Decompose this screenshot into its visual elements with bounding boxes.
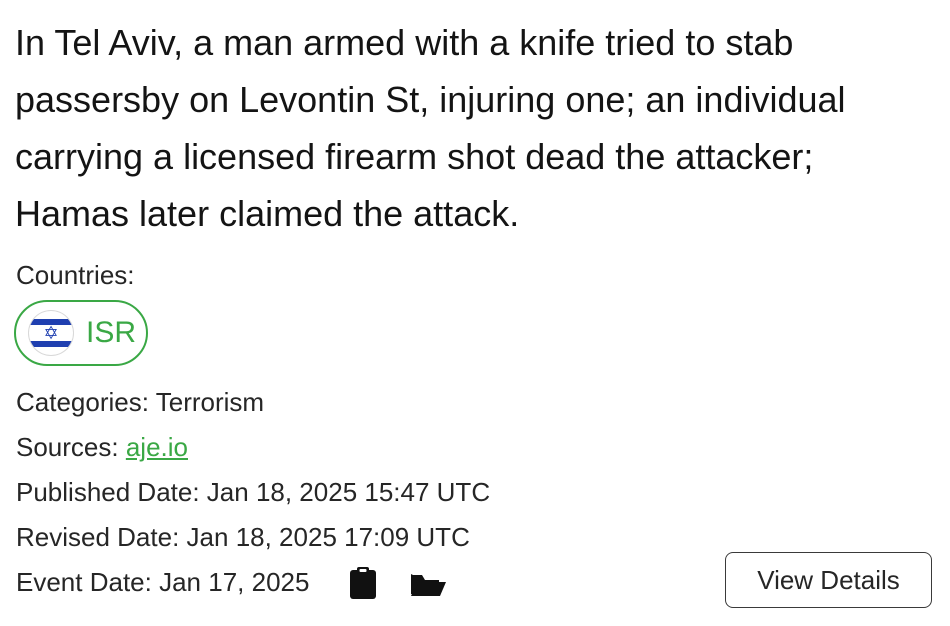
source-link[interactable]: aje.io <box>126 432 188 462</box>
revised-date-value: Jan 18, 2025 17:09 UTC <box>186 522 470 552</box>
event-card: In Tel Aviv, a man armed with a knife tr… <box>0 0 950 626</box>
revised-date-label: Revised Date: <box>16 522 180 552</box>
countries-label: Countries: <box>16 260 135 290</box>
sources-row: Sources: aje.io <box>16 431 188 463</box>
categories-value: Terrorism <box>155 387 265 417</box>
folder-open-icon[interactable] <box>409 566 447 605</box>
israel-flag-icon: ✡ <box>29 311 73 355</box>
country-code: ISR <box>86 316 137 349</box>
country-chip-isr[interactable]: ✡ ISR <box>14 300 148 366</box>
event-date-value: Jan 17, 2025 <box>159 567 310 597</box>
categories-row: Categories: Terrorism <box>16 386 264 418</box>
published-date-label: Published Date: <box>16 477 200 507</box>
published-date-value: Jan 18, 2025 15:47 UTC <box>206 477 491 507</box>
view-details-button[interactable]: View Details <box>725 552 932 608</box>
sources-label: Sources: <box>16 432 119 462</box>
event-date-row: Event Date: Jan 17, 2025 <box>16 566 309 598</box>
categories-label: Categories: <box>16 387 149 417</box>
clipboard-icon[interactable] <box>349 566 377 605</box>
published-date-row: Published Date: Jan 18, 2025 15:47 UTC <box>16 476 490 508</box>
event-headline: In Tel Aviv, a man armed with a knife tr… <box>15 22 846 234</box>
revised-date-row: Revised Date: Jan 18, 2025 17:09 UTC <box>16 521 470 553</box>
event-date-label: Event Date: <box>16 567 152 597</box>
